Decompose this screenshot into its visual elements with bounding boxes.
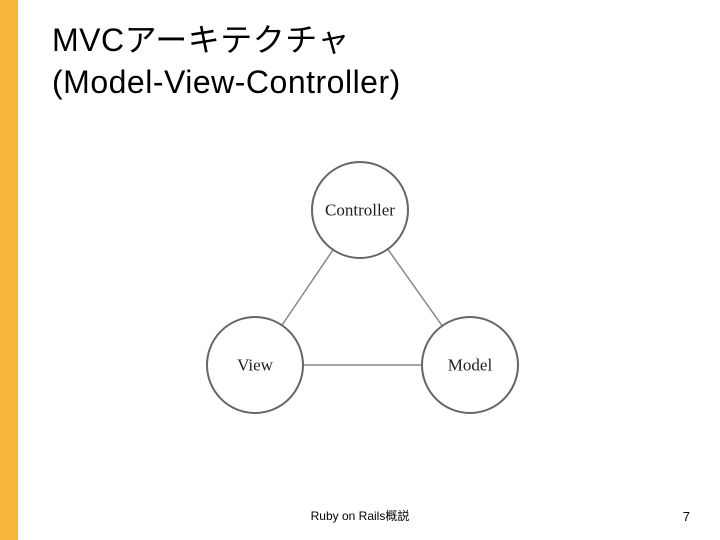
- page-number: 7: [683, 509, 690, 524]
- label-model: Model: [448, 356, 493, 375]
- footer-text: Ruby on Rails概説: [0, 507, 720, 524]
- title-line-1: MVCアーキテクチャ: [52, 20, 401, 62]
- page-title: MVCアーキテクチャ (Model-View-Controller): [52, 20, 401, 103]
- node-model: Model: [422, 317, 518, 413]
- label-controller: Controller: [325, 201, 395, 220]
- node-view: View: [207, 317, 303, 413]
- title-line-2: (Model-View-Controller): [52, 62, 401, 104]
- node-controller: Controller: [312, 162, 408, 258]
- label-view: View: [237, 356, 274, 375]
- mvc-diagram: Controller View Model: [170, 150, 550, 450]
- accent-bar: [0, 0, 18, 540]
